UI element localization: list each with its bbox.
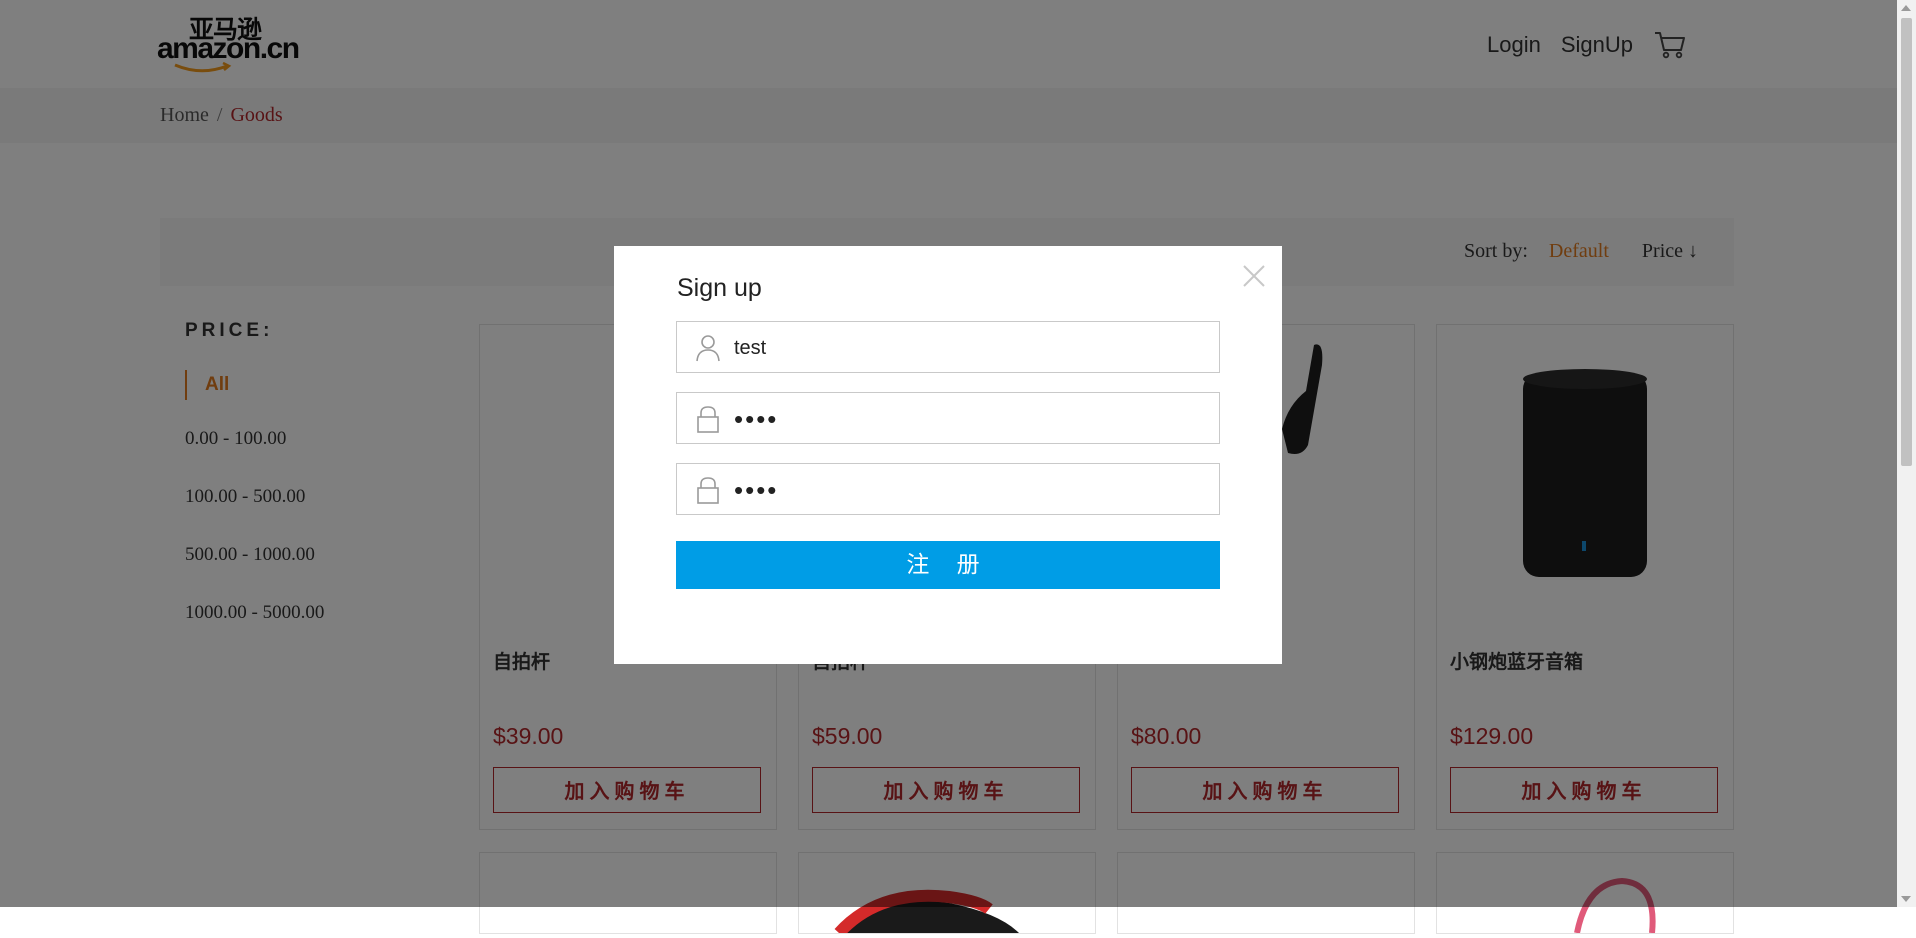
signup-submit-button[interactable]: 注 册 (676, 541, 1220, 589)
scrollbar-thumb[interactable] (1901, 18, 1912, 466)
signup-modal: Sign up 注 册 (614, 246, 1282, 664)
scroll-down-arrow-icon[interactable] (1901, 896, 1911, 902)
lock-icon (697, 406, 719, 433)
lock-icon (697, 477, 719, 504)
scroll-up-arrow-icon[interactable] (1901, 5, 1911, 11)
password-field (676, 392, 1220, 445)
user-icon (696, 335, 720, 362)
page-scrollbar[interactable] (1897, 0, 1916, 907)
password-input[interactable] (732, 393, 1206, 445)
username-input[interactable] (732, 322, 1206, 374)
confirm-password-input[interactable] (732, 464, 1206, 516)
confirm-password-field (676, 463, 1220, 516)
close-icon[interactable] (1242, 264, 1266, 288)
username-field (676, 321, 1220, 374)
signup-modal-title: Sign up (677, 274, 762, 302)
